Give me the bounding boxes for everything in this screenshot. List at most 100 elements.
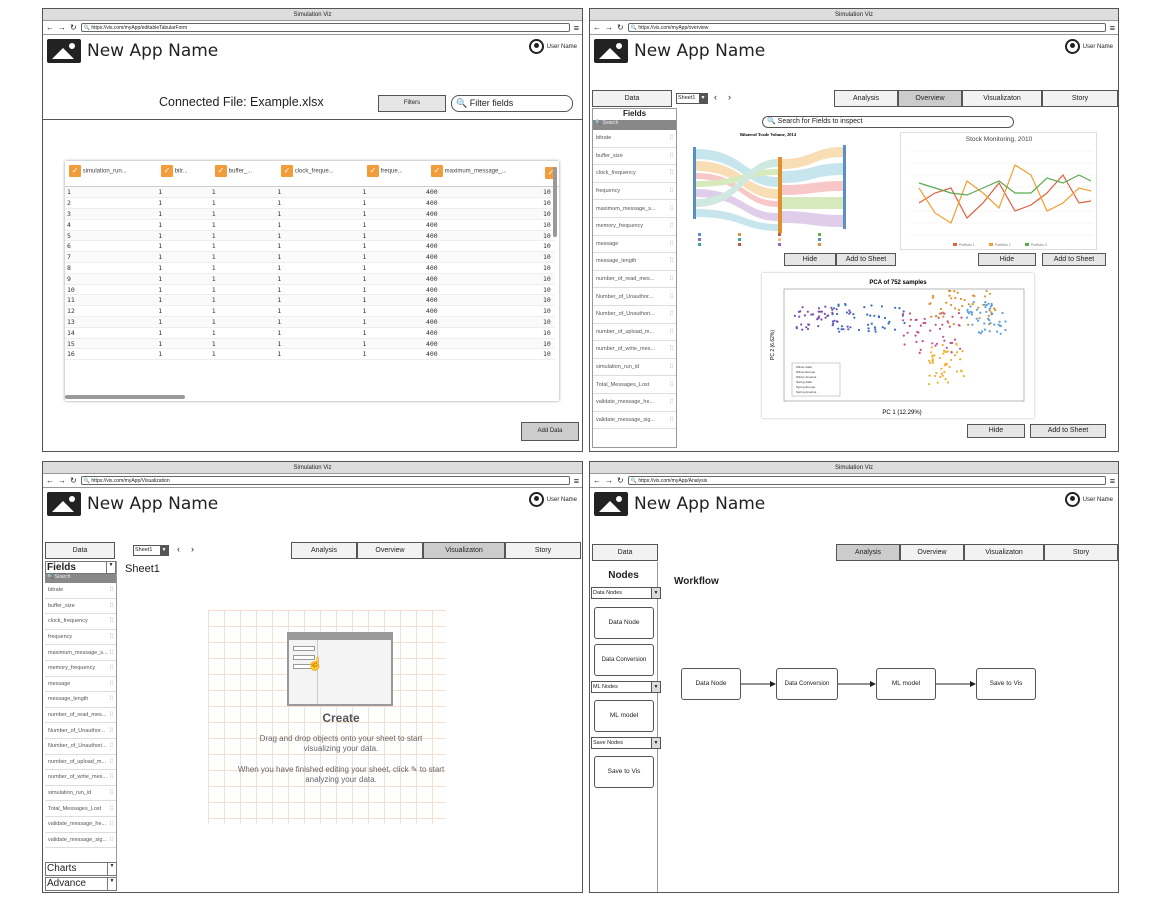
- table-cell[interactable]: 1: [209, 251, 276, 264]
- forward-icon[interactable]: →: [605, 23, 613, 32]
- table-cell[interactable]: 11: [65, 294, 157, 307]
- table-cell[interactable]: 1: [156, 305, 210, 318]
- checkbox-icon[interactable]: ✓: [367, 164, 379, 177]
- table-row[interactable]: 8 1 1 1 1 400 10: [65, 262, 555, 274]
- table-cell[interactable]: 400: [423, 187, 541, 199]
- drag-handle-icon[interactable]: ⁞⁞: [110, 650, 113, 656]
- table-cell[interactable]: 1: [209, 197, 276, 210]
- table-row[interactable]: 9 1 1 1 1 400 10: [65, 273, 555, 285]
- tab-story[interactable]: Story: [505, 542, 581, 559]
- url-bar[interactable]: 🔍 https://vis.com/myApp/Visualization: [80, 476, 570, 485]
- drag-handle-icon[interactable]: ⁞⁞: [670, 276, 673, 282]
- field-item[interactable]: number_of_upload_m... ⁞⁞: [45, 755, 116, 771]
- field-item[interactable]: number_of_write_mes... ⁞⁞: [593, 341, 676, 359]
- table-cell[interactable]: 10: [540, 316, 555, 328]
- drag-handle-icon[interactable]: ⁞⁞: [110, 774, 113, 780]
- table-cell[interactable]: 1: [209, 316, 276, 328]
- table-row[interactable]: 5 1 1 1 1 400 10: [65, 230, 555, 242]
- table-cell[interactable]: 1: [209, 338, 276, 350]
- table-cell[interactable]: 1: [156, 338, 210, 350]
- table-cell[interactable]: 1: [360, 294, 424, 307]
- table-cell[interactable]: 1: [275, 338, 361, 350]
- table-cell[interactable]: 1: [156, 284, 210, 296]
- table-cell[interactable]: 1: [275, 187, 361, 199]
- fields-header[interactable]: Fields ▼: [45, 561, 116, 574]
- field-item[interactable]: validate_message_he... ⁞⁞: [45, 817, 116, 833]
- drag-handle-icon[interactable]: ⁞⁞: [110, 806, 113, 812]
- table-cell[interactable]: 1: [65, 187, 157, 199]
- field-item[interactable]: simulation_run_id ⁞⁞: [45, 786, 116, 802]
- drag-handle-icon[interactable]: ⁞⁞: [110, 634, 113, 640]
- table-cell[interactable]: 400: [423, 240, 541, 253]
- advance-section[interactable]: Advance ▼: [45, 877, 117, 891]
- column-header[interactable]: ✓ maximum_message_...: [427, 164, 545, 183]
- table-cell[interactable]: 16: [65, 348, 157, 361]
- table-cell[interactable]: 1: [209, 348, 276, 361]
- url-bar[interactable]: 🔍 https://vis.com/myApp/editableTabularF…: [80, 23, 570, 32]
- field-item[interactable]: number_of_upload_m... ⁞⁞: [593, 324, 676, 342]
- forward-icon[interactable]: →: [58, 476, 66, 485]
- tab-data[interactable]: Data: [592, 90, 672, 107]
- table-cell[interactable]: 10: [540, 327, 555, 339]
- back-icon[interactable]: ←: [46, 23, 54, 32]
- field-item[interactable]: Total_Messages_Lost ⁞⁞: [45, 801, 116, 817]
- table-cell[interactable]: 2: [65, 197, 157, 210]
- add-sheet-button-1[interactable]: Add to Sheet: [836, 253, 896, 266]
- field-item[interactable]: Total_Messages_Lost ⁞⁞: [593, 376, 676, 394]
- menu-icon[interactable]: ≡: [574, 476, 579, 486]
- table-cell[interactable]: 1: [360, 348, 424, 361]
- table-cell[interactable]: 10: [540, 273, 555, 285]
- table-cell[interactable]: 1: [360, 262, 424, 274]
- drag-handle-icon[interactable]: ⁞⁞: [670, 206, 673, 212]
- table-cell[interactable]: 13: [65, 316, 157, 328]
- table-row[interactable]: 16 1 1 1 1 400 10: [65, 348, 555, 361]
- drag-handle-icon[interactable]: ⁞⁞: [670, 241, 673, 247]
- drag-handle-icon[interactable]: ⁞⁞: [110, 759, 113, 765]
- table-cell[interactable]: 1: [360, 240, 424, 253]
- table-cell[interactable]: 10: [540, 251, 555, 264]
- field-item[interactable]: message_length ⁞⁞: [45, 692, 116, 708]
- field-search[interactable]: 🔍 Search: [593, 120, 676, 130]
- table-cell[interactable]: 1: [156, 262, 210, 274]
- table-cell[interactable]: 1: [156, 348, 210, 361]
- table-row[interactable]: 11 1 1 1 1 400 10: [65, 294, 555, 307]
- hide-button-2[interactable]: Hide: [978, 253, 1036, 266]
- table-cell[interactable]: 1: [209, 294, 276, 307]
- drag-handle-icon[interactable]: ⁞⁞: [110, 728, 113, 734]
- drag-handle-icon[interactable]: ⁞⁞: [670, 329, 673, 335]
- user-menu[interactable]: User Name: [528, 492, 577, 507]
- tab-data[interactable]: Data: [45, 542, 115, 559]
- table-cell[interactable]: 1: [275, 348, 361, 361]
- field-item[interactable]: buffer_size ⁞⁞: [45, 599, 116, 615]
- table-cell[interactable]: 1: [360, 208, 424, 220]
- inspect-search[interactable]: 🔍 Search for Fields to inspect: [762, 116, 1014, 128]
- field-item[interactable]: validate_message_sig... ⁞⁞: [593, 412, 676, 430]
- charts-section[interactable]: Charts ▼: [45, 862, 117, 876]
- next-sheet-icon[interactable]: ›: [191, 544, 194, 554]
- table-cell[interactable]: 400: [423, 262, 541, 274]
- table-cell[interactable]: 1: [156, 327, 210, 339]
- tab-analysis[interactable]: Analysis: [291, 542, 357, 559]
- table-cell[interactable]: 1: [360, 338, 424, 350]
- field-item[interactable]: clock_frequency ⁞⁞: [45, 614, 116, 630]
- table-cell[interactable]: 1: [156, 219, 210, 231]
- url-bar[interactable]: 🔍 https://vis.com/myApp/overview: [627, 23, 1106, 32]
- table-cell[interactable]: 400: [423, 251, 541, 264]
- table-row[interactable]: 15 1 1 1 1 400 10: [65, 338, 555, 350]
- table-cell[interactable]: 1: [156, 294, 210, 307]
- table-cell[interactable]: 1: [209, 273, 276, 285]
- table-cell[interactable]: 1: [156, 197, 210, 210]
- table-cell[interactable]: 1: [360, 230, 424, 242]
- user-menu[interactable]: User Name: [1064, 39, 1113, 54]
- field-item[interactable]: validate_message_he... ⁞⁞: [593, 394, 676, 412]
- table-cell[interactable]: 1: [156, 251, 210, 264]
- table-cell[interactable]: 1: [275, 316, 361, 328]
- field-item[interactable]: Number_of_Unauthor... ⁞⁞: [593, 288, 676, 306]
- drag-handle-icon[interactable]: ⁞⁞: [670, 188, 673, 194]
- field-item[interactable]: number_of_read_mes... ⁞⁞: [593, 271, 676, 289]
- table-row[interactable]: 6 1 1 1 1 400 10: [65, 240, 555, 253]
- drag-handle-icon[interactable]: ⁞⁞: [670, 135, 673, 141]
- refresh-icon[interactable]: ↻: [70, 23, 77, 32]
- table-cell[interactable]: 400: [423, 316, 541, 328]
- table-cell[interactable]: 1: [275, 240, 361, 253]
